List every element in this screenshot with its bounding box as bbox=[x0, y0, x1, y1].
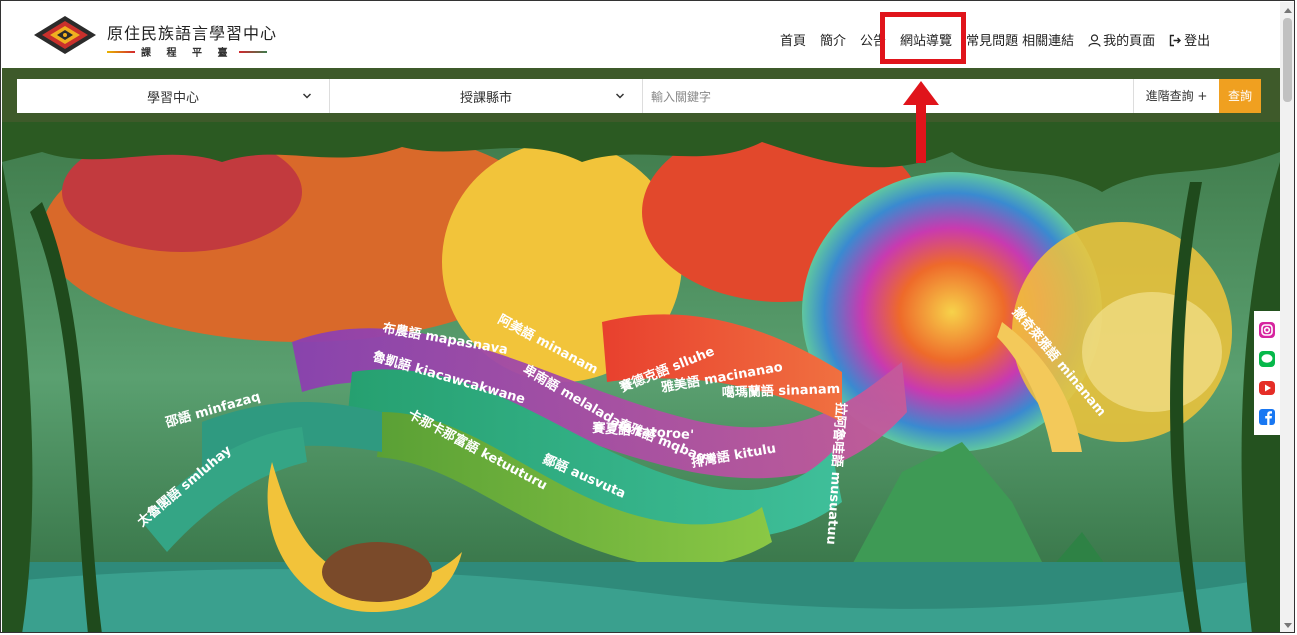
nav-related-links[interactable]: 相關連結 bbox=[1022, 30, 1074, 49]
learning-center-select-label: 學習中心 bbox=[146, 91, 199, 106]
chevron-down-icon bbox=[616, 93, 624, 99]
brand-subtitle-text: 課 程 平 臺 bbox=[141, 48, 234, 59]
brand-title[interactable]: 原住民族語言學習中心 bbox=[107, 20, 277, 44]
main-nav: 首頁 簡介 公告 網站導覽 常見問題 相關連結 我的頁面 登出 bbox=[780, 30, 1224, 49]
scroll-down-icon[interactable] bbox=[1284, 623, 1292, 628]
search-bar: 學習中心 授課縣市 輸入關鍵字 進階查詢 + 查詢 bbox=[17, 79, 1261, 113]
brand-subtitle: 課 程 平 臺 bbox=[107, 44, 268, 59]
nav-my-page-label: 我的頁面 bbox=[1103, 34, 1156, 49]
advanced-search-button[interactable]: 進階查詢 + bbox=[1133, 79, 1219, 113]
annotation-arrow-icon bbox=[903, 81, 939, 163]
logout-icon bbox=[1169, 34, 1182, 47]
vertical-scrollbar[interactable] bbox=[1280, 2, 1294, 632]
nav-faq[interactable]: 常見問題 bbox=[966, 30, 1018, 49]
search-submit-button[interactable]: 查詢 bbox=[1219, 79, 1261, 113]
scroll-up-icon[interactable] bbox=[1284, 8, 1292, 13]
youtube-icon[interactable] bbox=[1258, 379, 1276, 397]
nav-about[interactable]: 簡介 bbox=[820, 30, 846, 49]
line-icon[interactable] bbox=[1258, 350, 1276, 368]
social-links bbox=[1254, 311, 1280, 435]
user-icon bbox=[1088, 34, 1101, 47]
site-header: 原住民族語言學習中心 課 程 平 臺 首頁 簡介 公告 網站導覽 常見問題 相關… bbox=[2, 2, 1280, 68]
facebook-icon[interactable] bbox=[1258, 408, 1276, 426]
keyword-placeholder: 輸入關鍵字 bbox=[651, 90, 712, 104]
nav-logout-label: 登出 bbox=[1184, 34, 1211, 49]
site-logo[interactable] bbox=[32, 14, 98, 56]
nav-my-page[interactable]: 我的頁面 bbox=[1088, 30, 1155, 49]
browser-viewport: 原住民族語言學習中心 課 程 平 臺 首頁 簡介 公告 網站導覽 常見問題 相關… bbox=[0, 0, 1295, 633]
instagram-icon[interactable] bbox=[1258, 321, 1276, 339]
learning-center-select[interactable]: 學習中心 bbox=[17, 79, 330, 113]
hero-illustration: 布農語 mapasnava 阿美語 minanam 卑南語 melaladam … bbox=[2, 122, 1280, 632]
highlight-annotation-box bbox=[880, 12, 966, 64]
nav-home[interactable]: 首頁 bbox=[780, 30, 806, 49]
scrollbar-thumb[interactable] bbox=[1283, 18, 1292, 102]
city-select[interactable]: 授課縣市 bbox=[330, 79, 643, 113]
city-select-label: 授課縣市 bbox=[459, 91, 512, 106]
nav-logout[interactable]: 登出 bbox=[1169, 30, 1210, 49]
keyword-input[interactable]: 輸入關鍵字 bbox=[643, 79, 1133, 113]
chevron-down-icon bbox=[303, 93, 311, 99]
